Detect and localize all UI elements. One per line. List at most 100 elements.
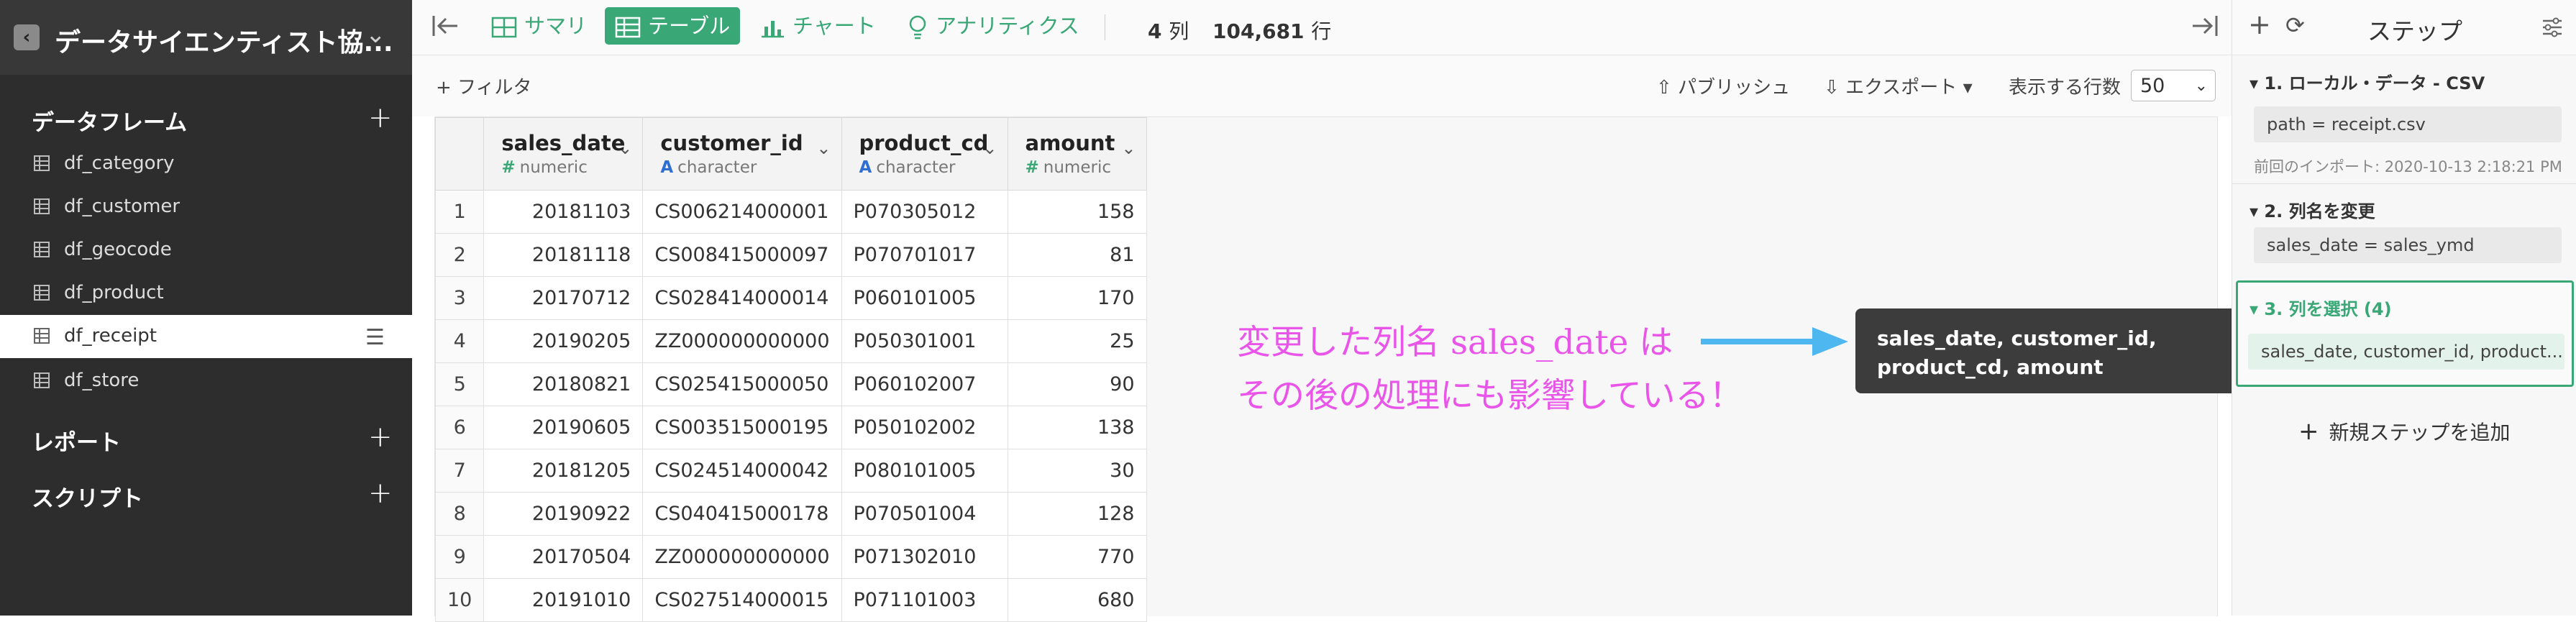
- export-button[interactable]: ⇩ エクスポート ▾: [1824, 73, 1973, 99]
- step-1-header[interactable]: ▾ 1. ローカル・データ - CSV: [2250, 69, 2485, 94]
- toolbar: サマリ テーブル チャート アナリティクス 4 列 104,681 行: [412, 0, 2232, 55]
- step-2-detail[interactable]: sales_date = sales_ymd: [2254, 227, 2562, 263]
- table-cell[interactable]: CS024514000042: [642, 449, 842, 493]
- table-cell[interactable]: CS028414000014: [642, 276, 842, 320]
- add-script-plus-icon[interactable]: +: [368, 479, 393, 508]
- row-number-cell: 8: [434, 492, 485, 536]
- table-cell[interactable]: 20181103: [483, 190, 644, 234]
- column-menu-chevron-icon[interactable]: ⌄: [982, 138, 997, 158]
- table-cell[interactable]: P080101005: [841, 449, 1008, 493]
- table-cell[interactable]: ZZ000000000000: [642, 535, 842, 579]
- table-cell[interactable]: CS006214000001: [642, 190, 842, 234]
- steps-header: + ⟳ ステップ: [2232, 0, 2576, 55]
- tab-analytics[interactable]: アナリティクス: [907, 7, 1079, 45]
- table-cell[interactable]: P060101005: [841, 276, 1008, 320]
- table-cell[interactable]: 30: [1007, 449, 1147, 493]
- steps-panel: + ⟳ ステップ ▾ 1. ローカル・データ - CSV path = rece…: [2232, 0, 2576, 616]
- table-cell[interactable]: P070501004: [841, 492, 1008, 536]
- sidebar-item-df-geocode[interactable]: df_geocode: [0, 229, 412, 272]
- table-cell[interactable]: 20190205: [483, 319, 644, 363]
- caret-down-icon: ▾: [2250, 73, 2265, 93]
- column-header-customer-id[interactable]: customer_id Acharacter ⌄: [642, 117, 842, 191]
- add-dataframe-plus-icon[interactable]: +: [368, 104, 393, 132]
- tab-table[interactable]: テーブル: [605, 7, 741, 45]
- table-cell[interactable]: P050301001: [841, 319, 1008, 363]
- table-cell[interactable]: 20170504: [483, 535, 644, 579]
- table-cell[interactable]: 138: [1007, 406, 1147, 449]
- table-cell[interactable]: P070305012: [841, 190, 1008, 234]
- tab-table-label: テーブル: [648, 14, 731, 38]
- add-step-plus-icon[interactable]: +: [2248, 9, 2271, 40]
- table-cell[interactable]: 128: [1007, 492, 1147, 536]
- sliders-icon[interactable]: [2541, 17, 2563, 37]
- table-cell[interactable]: CS008415000097: [642, 233, 842, 277]
- step-3-detail[interactable]: sales_date, customer_id, product...: [2248, 334, 2564, 370]
- table-cell[interactable]: P050102002: [841, 406, 1008, 449]
- sidebar: ‹ データサイエンティスト協... ⌄ データフレーム + df_categor…: [0, 0, 412, 616]
- add-step-button[interactable]: + 新規ステップを追加: [2298, 417, 2511, 446]
- rows-per-page-select[interactable]: 50 ⌄: [2131, 70, 2216, 101]
- add-report-plus-icon[interactable]: +: [368, 423, 393, 452]
- table-cell[interactable]: P070701017: [841, 233, 1008, 277]
- table-cell[interactable]: 90: [1007, 362, 1147, 406]
- table-cell[interactable]: 20190922: [483, 492, 644, 536]
- table-row: 8 20190922 CS040415000178 P070501004 128: [434, 492, 1147, 536]
- tab-summary[interactable]: サマリ: [491, 7, 587, 45]
- hamburger-menu-icon[interactable]: ☰: [365, 325, 385, 350]
- export-label: エクスポート: [1845, 77, 1958, 99]
- table-row: 3 20170712 CS028414000014 P060101005 170: [434, 276, 1147, 320]
- refresh-icon[interactable]: ⟳: [2285, 12, 2305, 39]
- caret-down-icon: ▾: [2250, 299, 2265, 319]
- table-cell[interactable]: 20181205: [483, 449, 644, 493]
- table-cell[interactable]: 20170712: [483, 276, 644, 320]
- publish-button[interactable]: ⇧ パブリッシュ: [1656, 73, 1790, 99]
- table-icon: [34, 242, 50, 257]
- numeric-type-icon: #: [501, 158, 516, 177]
- table-row: 5 20180821 CS025415000050 P060102007 90: [434, 362, 1147, 406]
- table-cell[interactable]: CS040415000178: [642, 492, 842, 536]
- chevron-down-icon[interactable]: ⌄: [365, 20, 386, 49]
- table-cell[interactable]: 170: [1007, 276, 1147, 320]
- sidebar-item-df-store[interactable]: df_store: [0, 360, 412, 403]
- table-cell[interactable]: 158: [1007, 190, 1147, 234]
- table-icon: [34, 328, 50, 344]
- table-cell[interactable]: 20180821: [483, 362, 644, 406]
- back-icon[interactable]: ‹: [14, 24, 40, 50]
- table-icon: [34, 198, 50, 214]
- table-cell[interactable]: 25: [1007, 319, 1147, 363]
- table-cell[interactable]: 770: [1007, 535, 1147, 579]
- step-2-header[interactable]: ▾ 2. 列名を変更: [2250, 197, 2375, 222]
- table-row: 6 20190605 CS003515000195 P050102002 138: [434, 406, 1147, 449]
- sidebar-item-df-category[interactable]: df_category: [0, 142, 412, 186]
- column-header-sales-date[interactable]: sales_date # numeric ⌄: [483, 117, 644, 191]
- column-menu-chevron-icon[interactable]: ⌄: [618, 138, 632, 158]
- data-table: sales_date # numeric ⌄ customer_id Achara…: [434, 117, 1147, 622]
- table-cell[interactable]: CS003515000195: [642, 406, 842, 449]
- table-cell[interactable]: CS025415000050: [642, 362, 842, 406]
- column-header-product-cd[interactable]: product_cd Acharacter ⌄: [841, 117, 1008, 191]
- step-3-header[interactable]: ▾ 3. 列を選択 (4): [2250, 295, 2392, 320]
- step-1-detail[interactable]: path = receipt.csv: [2254, 106, 2562, 142]
- table-row: 7 20181205 CS024514000042 P080101005 30: [434, 449, 1147, 493]
- add-filter-button[interactable]: + フィルタ: [436, 73, 532, 99]
- table-cell[interactable]: 20181118: [483, 233, 644, 277]
- column-menu-chevron-icon[interactable]: ⌄: [1121, 138, 1136, 158]
- collapse-left-icon[interactable]: [431, 13, 460, 39]
- sidebar-item-df-receipt[interactable]: df_receipt ☰: [0, 315, 412, 358]
- table-cell[interactable]: P071302010: [841, 535, 1008, 579]
- column-header-amount[interactable]: amount # numeric ⌄: [1007, 117, 1147, 191]
- column-menu-chevron-icon[interactable]: ⌄: [816, 138, 831, 158]
- sidebar-item-df-product[interactable]: df_product: [0, 272, 412, 315]
- table-icon: [34, 155, 50, 171]
- tab-chart[interactable]: チャート: [759, 7, 876, 45]
- table-cell[interactable]: ZZ000000000000: [642, 319, 842, 363]
- collapse-right-icon[interactable]: [2190, 13, 2219, 39]
- table-cell[interactable]: 20190605: [483, 406, 644, 449]
- arrow-right-icon: [1701, 327, 1848, 356]
- table-row: 2 20181118 CS008415000097 P070701017 81: [434, 233, 1147, 277]
- rows-per-page-label: 表示する行数: [2009, 77, 2121, 99]
- sidebar-item-df-customer[interactable]: df_customer: [0, 186, 412, 229]
- table-cell[interactable]: 81: [1007, 233, 1147, 277]
- table-cell[interactable]: P060102007: [841, 362, 1008, 406]
- project-header[interactable]: ‹ データサイエンティスト協... ⌄: [0, 0, 412, 75]
